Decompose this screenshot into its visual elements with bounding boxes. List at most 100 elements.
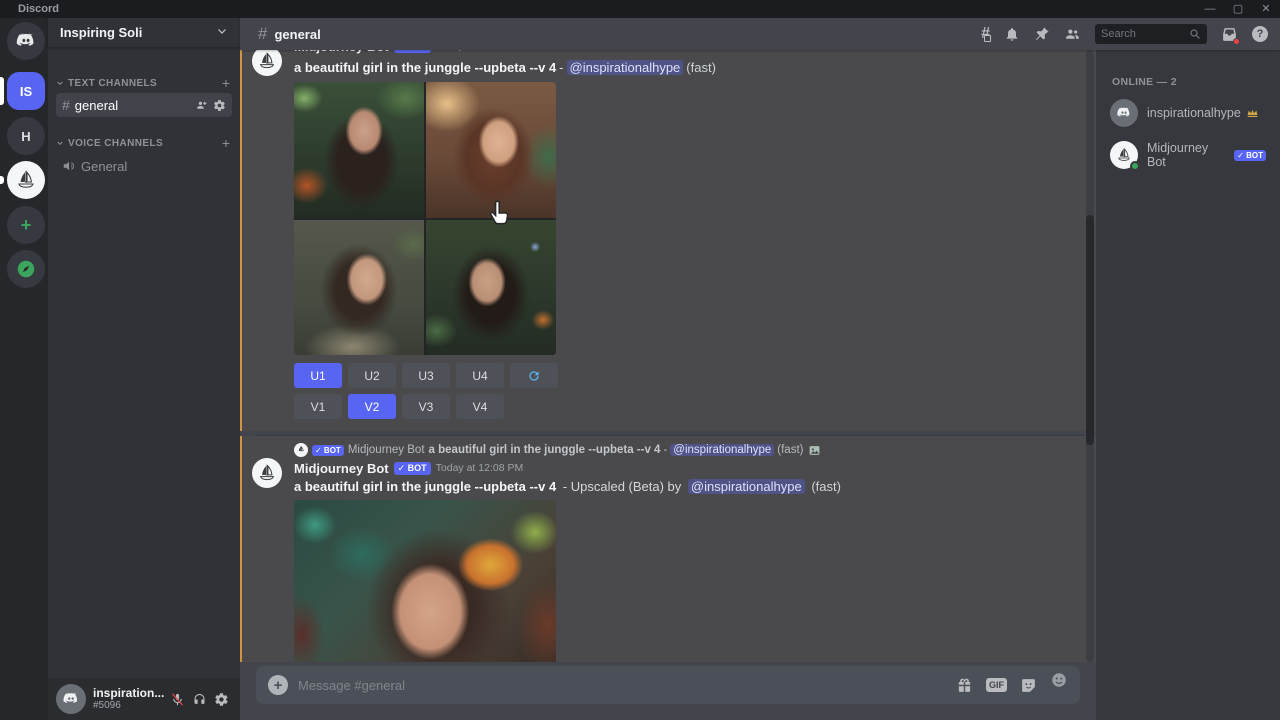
emoji-picker-icon[interactable] bbox=[1050, 671, 1068, 689]
message-input[interactable] bbox=[298, 678, 956, 693]
timestamp: Today at 12:08 PM bbox=[436, 462, 524, 474]
message-content: a beautiful girl in the junggle --upbeta… bbox=[294, 479, 1080, 495]
inbox-icon[interactable] bbox=[1221, 26, 1238, 43]
user-panel: inspiration... #5096 bbox=[48, 678, 240, 720]
mention-pill[interactable]: @inspirationalhype bbox=[670, 444, 774, 456]
mention-pill[interactable]: @inspirationalhype bbox=[688, 479, 805, 494]
online-count-header: ONLINE — 2 bbox=[1112, 76, 1280, 88]
channel-label: general bbox=[75, 98, 195, 113]
bot-badge: ✓ BOT bbox=[394, 462, 431, 475]
gif-picker-icon[interactable]: GIF bbox=[986, 678, 1007, 692]
mention-pill[interactable]: @inspirationalhype bbox=[567, 60, 684, 75]
minimize-button[interactable]: — bbox=[1196, 0, 1224, 18]
gift-icon[interactable] bbox=[956, 677, 973, 694]
fast-mode-label: (fast) bbox=[811, 479, 841, 494]
v1-button[interactable]: V1 bbox=[294, 394, 342, 419]
invite-people-icon[interactable] bbox=[195, 99, 208, 112]
channel-sidebar: Inspiring Soli TEXT CHANNELS + # general bbox=[48, 18, 240, 720]
channel-settings-gear-icon[interactable] bbox=[213, 99, 226, 112]
reply-author[interactable]: Midjourney Bot bbox=[348, 444, 425, 456]
u4-button[interactable]: U4 bbox=[456, 363, 504, 388]
grid-image-1[interactable] bbox=[294, 82, 424, 218]
member-avatar bbox=[1110, 141, 1138, 169]
username: inspiration... bbox=[93, 687, 166, 700]
compass-icon bbox=[15, 258, 37, 280]
midjourney-bot-avatar[interactable] bbox=[252, 458, 282, 488]
midjourney-bot-avatar[interactable] bbox=[252, 50, 282, 76]
discord-logo-icon bbox=[1116, 105, 1132, 121]
author-name[interactable]: Midjourney Bot bbox=[294, 50, 389, 54]
generated-image-grid[interactable] bbox=[294, 82, 556, 355]
member-row-inspirationalhype[interactable]: inspirationalhype bbox=[1104, 96, 1272, 130]
u3-button[interactable]: U3 bbox=[402, 363, 450, 388]
pinned-messages-icon[interactable] bbox=[1034, 26, 1050, 42]
sailboat-icon bbox=[1115, 146, 1133, 164]
message-input-area: + GIF bbox=[240, 662, 1096, 720]
refresh-icon bbox=[527, 369, 541, 383]
upscale-button-row: U1 U2 U3 U4 bbox=[294, 363, 1080, 388]
titlebar: Discord — ▢ ✕ bbox=[0, 0, 1280, 18]
unread-indicator bbox=[0, 176, 4, 184]
message-upscaled: ✓ BOT Midjourney Bot a beautiful girl in… bbox=[240, 436, 1096, 680]
server-icon-h[interactable]: H bbox=[7, 117, 45, 155]
deafen-button[interactable] bbox=[188, 686, 210, 712]
voice-channels-section[interactable]: VOICE CHANNELS + bbox=[48, 135, 240, 151]
message-input-bar[interactable]: + GIF bbox=[256, 666, 1080, 704]
channel-item-general[interactable]: # general bbox=[56, 93, 232, 117]
server-header[interactable]: Inspiring Soli bbox=[48, 18, 240, 48]
fast-mode-label: (fast) bbox=[686, 60, 716, 75]
sailboat-icon bbox=[14, 168, 38, 192]
notifications-bell-icon[interactable] bbox=[1004, 26, 1020, 42]
attach-file-icon[interactable]: + bbox=[268, 675, 288, 695]
author-name[interactable]: Midjourney Bot bbox=[294, 461, 389, 476]
chevron-down-icon bbox=[216, 24, 228, 42]
chat-scrollbar-thumb[interactable] bbox=[1086, 215, 1094, 445]
text-channels-label: TEXT CHANNELS bbox=[68, 78, 222, 89]
speaker-icon bbox=[62, 159, 76, 173]
user-avatar[interactable] bbox=[56, 684, 86, 714]
home-button[interactable] bbox=[7, 22, 45, 60]
maximize-button[interactable]: ▢ bbox=[1224, 0, 1252, 18]
u2-button[interactable]: U2 bbox=[348, 363, 396, 388]
grid-image-2[interactable] bbox=[426, 82, 556, 218]
app-title: Discord bbox=[18, 3, 59, 15]
sailboat-icon bbox=[296, 445, 306, 455]
upscaled-image[interactable] bbox=[294, 500, 556, 680]
search-input[interactable] bbox=[1101, 28, 1189, 40]
v3-button[interactable]: V3 bbox=[402, 394, 450, 419]
reply-reference[interactable]: ✓ BOT Midjourney Bot a beautiful girl in… bbox=[294, 442, 1080, 458]
server-icon-inspiring-soli[interactable]: IS bbox=[7, 72, 45, 110]
threads-icon[interactable]: # bbox=[981, 27, 990, 41]
voice-channel-general[interactable]: General bbox=[56, 155, 232, 177]
v2-button[interactable]: V2 bbox=[348, 394, 396, 419]
voice-channels-label: VOICE CHANNELS bbox=[68, 138, 222, 149]
close-button[interactable]: ✕ bbox=[1252, 0, 1280, 18]
image-attachment-icon bbox=[808, 444, 821, 457]
server-rail: IS H + bbox=[0, 18, 48, 720]
search-box[interactable] bbox=[1095, 24, 1207, 44]
u1-button[interactable]: U1 bbox=[294, 363, 342, 388]
v4-button[interactable]: V4 bbox=[456, 394, 504, 419]
reply-preview: a beautiful girl in the junggle --upbeta… bbox=[429, 444, 661, 456]
help-icon[interactable]: ? bbox=[1252, 26, 1268, 42]
rerun-button[interactable] bbox=[510, 363, 558, 388]
create-text-channel-button[interactable]: + bbox=[222, 75, 230, 91]
hash-icon: # bbox=[258, 24, 267, 44]
text-channels-section[interactable]: TEXT CHANNELS + bbox=[48, 75, 240, 91]
sticker-picker-icon[interactable] bbox=[1020, 677, 1037, 694]
user-meta[interactable]: inspiration... #5096 bbox=[93, 687, 166, 712]
discord-logo-icon bbox=[62, 690, 80, 708]
user-settings-gear-icon[interactable] bbox=[210, 686, 232, 712]
create-voice-channel-button[interactable]: + bbox=[222, 135, 230, 151]
add-server-button[interactable]: + bbox=[7, 206, 45, 244]
grid-image-3[interactable] bbox=[294, 220, 424, 356]
grid-image-4[interactable] bbox=[426, 220, 556, 356]
main-area: # general # bbox=[240, 18, 1280, 720]
member-row-midjourney-bot[interactable]: Midjourney Bot ✓ BOT bbox=[1104, 138, 1272, 172]
server-icon-midjourney[interactable] bbox=[7, 161, 45, 199]
explore-servers-button[interactable] bbox=[7, 250, 45, 288]
mute-microphone-button[interactable] bbox=[166, 686, 188, 712]
prompt-text: a beautiful girl in the junggle --upbeta… bbox=[294, 60, 556, 75]
discord-logo-icon bbox=[15, 30, 37, 52]
member-list-toggle-icon[interactable] bbox=[1064, 26, 1081, 43]
